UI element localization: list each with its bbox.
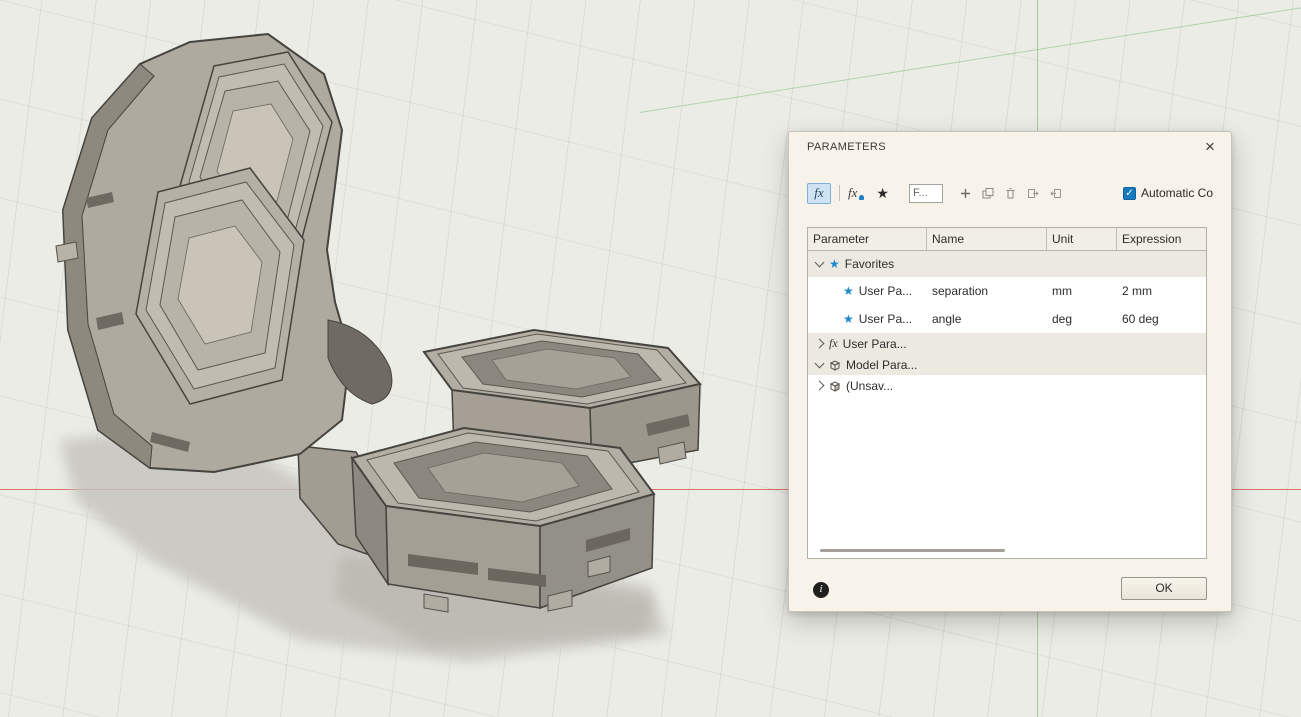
row-label: Favorites	[845, 257, 894, 271]
column-expression[interactable]: Expression	[1117, 228, 1206, 250]
table-row-user-parameters[interactable]: fx User Para...	[808, 333, 1206, 354]
filter-input[interactable]	[909, 184, 943, 203]
favorite-star-icon: ★	[829, 257, 840, 271]
parameters-table: Parameter Name Unit Expression ★ Favorit…	[807, 227, 1207, 559]
ok-button[interactable]: OK	[1121, 577, 1207, 600]
horizontal-scrollbar-thumb[interactable]	[820, 549, 1005, 552]
table-row-separation[interactable]: ★ User Pa... separation mm 2 mm	[808, 277, 1206, 305]
close-icon[interactable]: ×	[1199, 136, 1221, 158]
parameters-dialog: PARAMETERS × fx fx ★	[788, 131, 1232, 612]
favorite-star-icon: ★	[843, 284, 854, 298]
row-label: User Pa...	[859, 312, 912, 326]
row-label: (Unsav...	[846, 379, 893, 393]
chevron-right-icon[interactable]	[815, 381, 825, 391]
param-unit: deg	[1047, 312, 1117, 326]
table-row-unsaved[interactable]: (Unsav...	[808, 375, 1206, 396]
fx-parameter-tool[interactable]: fx	[807, 183, 831, 204]
dialog-title[interactable]: PARAMETERS	[807, 141, 886, 153]
automatic-compute-label: Automatic Co	[1141, 186, 1213, 200]
row-label: User Para...	[843, 337, 907, 351]
fusion-viewport[interactable]: PARAMETERS × fx fx ★	[0, 0, 1301, 717]
add-parameter-icon[interactable]	[959, 187, 972, 200]
upright-tray	[56, 34, 392, 472]
param-name[interactable]: separation	[927, 284, 1047, 298]
column-unit[interactable]: Unit	[1047, 228, 1117, 250]
duplicate-icon[interactable]	[981, 187, 995, 200]
column-name[interactable]: Name	[927, 228, 1047, 250]
user-badge-icon	[859, 195, 864, 200]
hex-tray-model	[0, 0, 760, 717]
document-cube-icon	[829, 380, 841, 392]
info-icon[interactable]: i	[813, 582, 829, 598]
table-row-angle[interactable]: ★ User Pa... angle deg 60 deg	[808, 305, 1206, 333]
param-unit: mm	[1047, 284, 1117, 298]
parameters-toolbar: fx fx ★ ✓	[807, 180, 1213, 206]
chevron-right-icon[interactable]	[815, 339, 825, 349]
param-name[interactable]: angle	[927, 312, 1047, 326]
3d-model[interactable]	[0, 0, 760, 717]
export-icon[interactable]	[1026, 187, 1040, 200]
favorite-star-icon: ★	[843, 312, 854, 326]
model-cube-icon	[829, 359, 841, 371]
row-label: User Pa...	[859, 284, 912, 298]
toolbar-separator	[839, 185, 840, 201]
fx-glyph: fx	[848, 185, 857, 200]
param-expression[interactable]: 60 deg	[1117, 312, 1206, 326]
automatic-compute-checkbox[interactable]: ✓	[1123, 187, 1136, 200]
import-icon[interactable]	[1049, 187, 1063, 200]
fx-icon: fx	[829, 336, 838, 351]
table-row-model-parameters[interactable]: Model Para...	[808, 354, 1206, 375]
chevron-down-icon[interactable]	[815, 358, 825, 368]
table-header: Parameter Name Unit Expression	[808, 228, 1206, 251]
row-label: Model Para...	[846, 358, 917, 372]
chevron-down-icon[interactable]	[815, 258, 825, 268]
table-row-favorites[interactable]: ★ Favorites	[808, 251, 1206, 277]
favorites-filter-icon[interactable]: ★	[876, 185, 889, 202]
delete-icon[interactable]	[1004, 187, 1017, 200]
param-expression[interactable]: 2 mm	[1117, 284, 1206, 298]
user-parameter-tool[interactable]: fx	[848, 185, 864, 201]
column-parameter[interactable]: Parameter	[808, 228, 927, 250]
